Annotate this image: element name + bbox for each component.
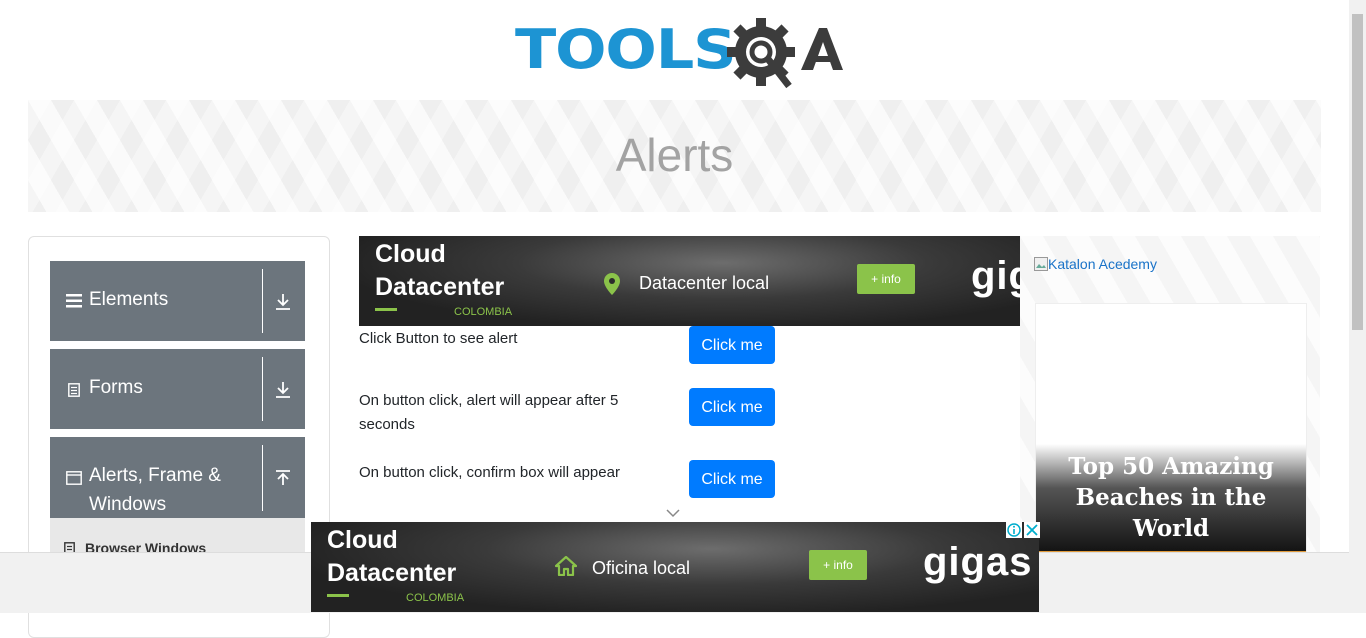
logo-qa-icon [727,18,843,89]
location-pin-icon [604,273,620,295]
ad-title: Cloud Datacenter [375,238,504,304]
image-alt-text: Katalon Acedemy [1048,256,1157,272]
page-scrollbar[interactable] [1349,0,1366,612]
ad-title: Cloud Datacenter [327,524,456,590]
divider [262,269,263,333]
document-icon [68,383,80,397]
toolsqa-logo[interactable]: TOOLS [515,14,843,94]
hamburger-icon [66,294,82,308]
window-icon [66,471,82,485]
ad-brand: gigas [971,254,1020,298]
timer-alert-description: On button click, alert will appear after… [359,392,619,433]
divider [262,445,263,511]
close-icon[interactable] [1024,522,1040,538]
bottom-advertisement[interactable]: Cloud Datacenter COLOMBIA Oficina local … [311,522,1039,612]
katalon-image-link[interactable]: Katalon Acedemy [1034,256,1157,272]
card-title-line2: Beaches in the World [1075,484,1267,542]
download-arrow-icon[interactable] [275,293,291,311]
page-banner: Alerts [28,100,1321,212]
page-title: Alerts [615,129,734,181]
alert-button[interactable]: Click me [689,326,775,364]
ad-country: COLOMBIA [454,306,513,318]
ad-title-line2: Datacenter [375,273,505,301]
ad-country: COLOMBIA [406,592,465,604]
alert-description: Click Button to see alert [359,330,518,347]
card-title: Top 50 Amazing Beaches in the World [1036,451,1306,544]
ad-title-line1: Cloud [375,240,446,268]
sidebar-group-elements[interactable]: Elements [50,261,305,341]
sidebar-group-label-line1: Alerts, Frame & [89,465,221,486]
right-advertisement[interactable]: Katalon Acedemy Top 50 Amazing Beaches i… [1020,236,1320,556]
sidebar-group-label: Forms [89,377,143,398]
ad-underline [375,308,397,311]
sidebar-group-alerts-frame-windows[interactable]: Alerts, Frame & Windows [50,437,305,518]
ad-brand: gigas [923,540,1033,584]
adchoices-icon[interactable] [1006,522,1022,538]
ad-location: Datacenter local [639,273,770,293]
download-arrow-icon[interactable] [275,381,291,399]
timer-alert-button[interactable]: Click me [689,388,775,426]
upload-arrow-icon[interactable] [275,469,291,487]
ad-title-line2: Datacenter [327,559,457,587]
card-title-line1: Top 50 Amazing [1068,453,1274,480]
logo-text: TOOLS [515,18,737,81]
broken-image-icon [1034,257,1048,271]
sidebar-group-forms[interactable]: Forms [50,349,305,429]
ad-location: Oficina local [592,558,691,578]
home-icon [555,556,577,576]
ad-badges [1006,522,1040,543]
confirm-box-button[interactable]: Click me [689,460,775,498]
ad-info-button[interactable]: + info [809,550,867,580]
top-advertisement[interactable]: Cloud Datacenter COLOMBIA Datacenter loc… [359,236,1020,326]
scrollbar-thumb[interactable] [1352,14,1363,330]
ad-info-button[interactable]: + info [857,264,915,294]
sidebar-group-label: Elements [89,289,169,310]
ad-underline [327,594,349,597]
confirm-box-description: On button click, confirm box will appear [359,464,620,481]
ad-title-line1: Cloud [327,526,398,554]
divider [262,357,263,421]
chevron-down-icon[interactable] [666,508,680,518]
sidebar-group-label-line2: Windows [89,494,167,515]
ad-card[interactable]: Top 50 Amazing Beaches in the World [1035,303,1307,556]
